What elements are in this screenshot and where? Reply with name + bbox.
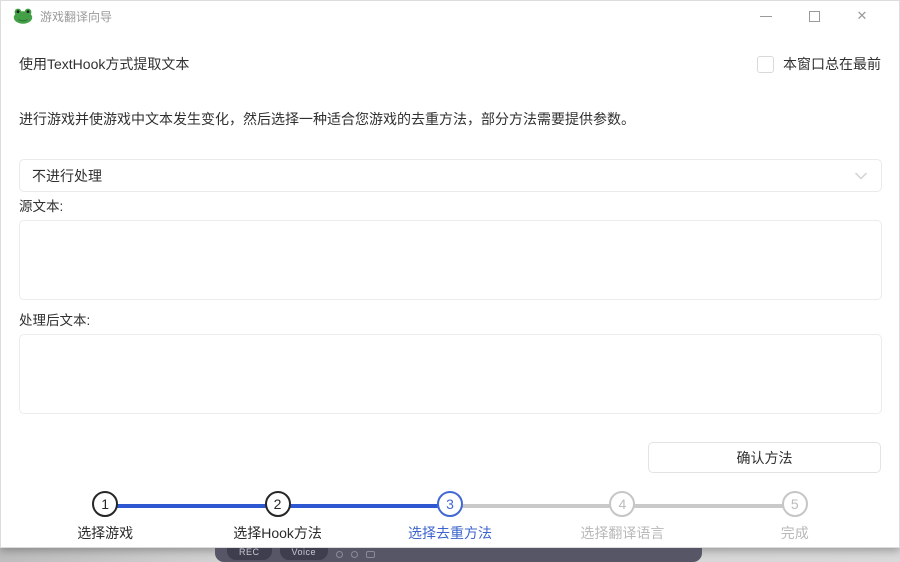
step-circle: 1	[92, 491, 119, 517]
extraction-mode-text: 使用TextHook方式提取文本	[19, 56, 190, 72]
frog-icon	[13, 8, 33, 24]
always-on-top-label: 本窗口总在最前	[783, 56, 881, 72]
step-select-hook-method: 2 选择Hook方法	[191, 481, 363, 543]
step-circle: 4	[609, 491, 636, 517]
recorder-icon[interactable]	[351, 551, 359, 558]
instruction-text: 进行游戏并使游戏中文本发生变化，然后选择一种适合您游戏的去重方法，部分方法需要提…	[19, 111, 635, 127]
step-label: 选择游戏	[77, 525, 134, 541]
confirm-method-button[interactable]: 确认方法	[648, 442, 881, 473]
processed-text-label: 处理后文本:	[19, 313, 91, 328]
recorder-icon[interactable]	[366, 551, 376, 558]
always-on-top-control[interactable]: 本窗口总在最前	[757, 54, 881, 74]
window-title: 游戏翻译向导	[40, 9, 113, 24]
chevron-down-icon	[855, 172, 867, 179]
maximize-button[interactable]	[807, 9, 821, 23]
voice-button[interactable]: Voice	[279, 548, 329, 560]
step-select-game: 1 选择游戏	[19, 481, 191, 543]
dedup-method-select[interactable]: 不进行处理	[19, 159, 882, 192]
step-finish: 5 完成	[709, 481, 881, 543]
title-bar: 游戏翻译向导 ✕	[1, 1, 899, 31]
processed-text-area[interactable]	[19, 334, 882, 414]
dedup-method-value: 不进行处理	[32, 167, 102, 184]
step-select-dedup-method: 3 选择去重方法	[364, 481, 536, 543]
step-label: 完成	[780, 525, 809, 541]
source-text-area[interactable]	[19, 220, 882, 300]
step-label: 选择去重方法	[407, 525, 492, 541]
wizard-window: 游戏翻译向导 ✕ 使用TextHook方式提取文本 本窗口总在最前 进行游戏并使…	[0, 0, 900, 548]
step-circle: 5	[781, 491, 808, 517]
step-label: 选择Hook方法	[233, 525, 322, 541]
minimize-button[interactable]	[759, 9, 773, 23]
step-circle: 3	[436, 491, 463, 517]
screen-recorder-toolbar[interactable]: REC Voice	[215, 548, 702, 562]
close-button[interactable]: ✕	[855, 9, 869, 23]
source-text-label: 源文本:	[19, 199, 64, 214]
recorder-icon[interactable]	[336, 551, 344, 558]
step-circle: 2	[264, 491, 291, 517]
always-on-top-checkbox[interactable]	[757, 55, 774, 73]
step-label: 选择翻译语言	[580, 525, 665, 541]
step-select-translate-language: 4 选择翻译语言	[536, 481, 708, 543]
rec-button[interactable]: REC	[227, 548, 272, 560]
wizard-stepper: 1 选择游戏 2 选择Hook方法 3 选择去重方法 4 选择翻译语言 5 完成	[19, 481, 881, 543]
